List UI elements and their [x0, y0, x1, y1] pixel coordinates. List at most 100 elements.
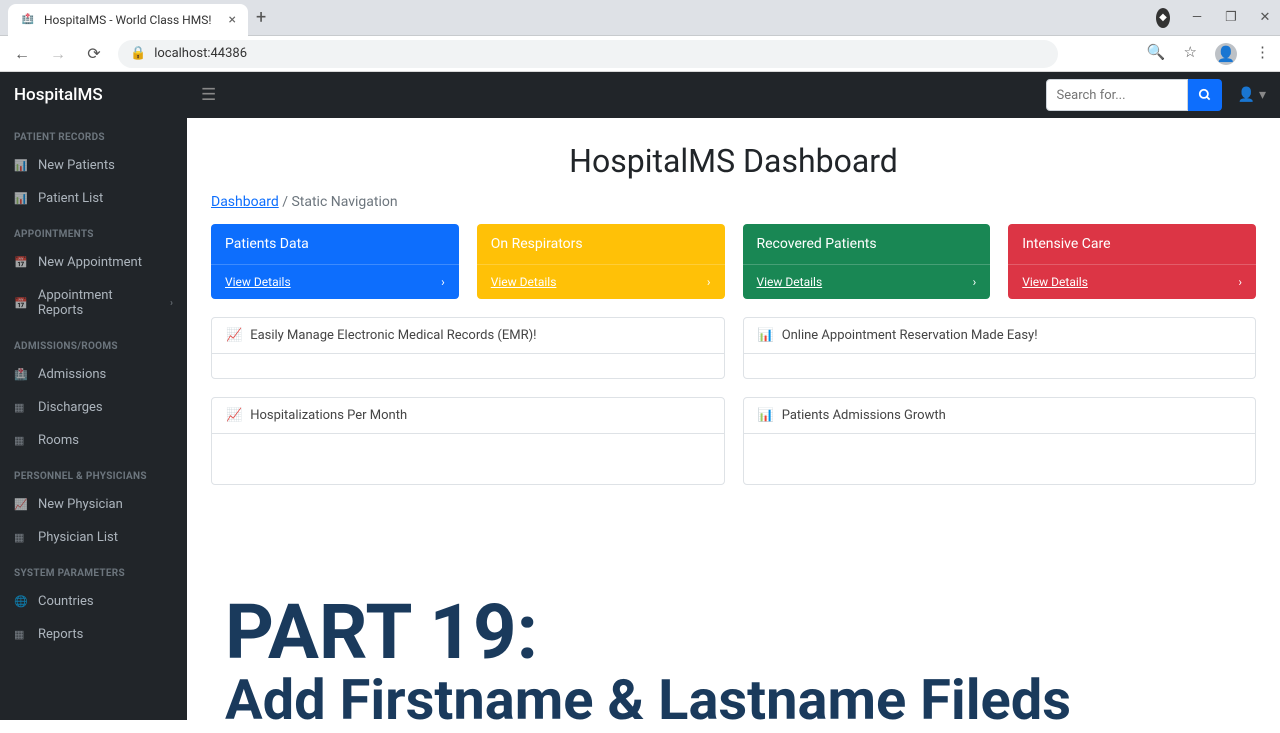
stat-card-blue: Patients Data View Details ›: [211, 224, 459, 299]
stat-card-title: Patients Data: [211, 224, 459, 264]
sidebar-item-label: Discharges: [38, 400, 103, 415]
forward-button[interactable]: →: [46, 42, 70, 66]
sidebar-heading: APPOINTMENTS: [0, 215, 187, 246]
sidebar-item-patient-list[interactable]: 📊 Patient List: [0, 182, 187, 215]
browser-tab-strip: 🏥 HospitalMS - World Class HMS! × + ◆ — …: [0, 0, 1280, 36]
sidebar-item-label: Patient List: [38, 191, 103, 206]
chevron-right-icon: ›: [1238, 275, 1242, 289]
sidebar-item-new-patients[interactable]: 📊 New Patients: [0, 149, 187, 182]
app-brand[interactable]: HospitalMS: [0, 72, 187, 118]
panel-appointment-title: Online Appointment Reservation Made Easy…: [782, 328, 1038, 343]
profile-icon[interactable]: 👤: [1215, 43, 1237, 65]
sidebar-item-rooms[interactable]: ▦ Rooms: [0, 424, 187, 457]
search-button[interactable]: [1188, 79, 1222, 111]
sidebar-item-label: Reports: [38, 627, 83, 642]
zoom-icon[interactable]: 🔍: [1147, 43, 1166, 65]
sidebar: PATIENT RECORDS 📊 New Patients 📊 Patient Lis…: [0, 72, 187, 720]
sidebar-item-icon: 📊: [14, 192, 28, 205]
minimize-button[interactable]: —: [1190, 11, 1204, 25]
close-window-button[interactable]: ✕: [1258, 11, 1272, 25]
maximize-button[interactable]: ❐: [1224, 11, 1238, 25]
address-field[interactable]: 🔒 localhost:44386: [118, 40, 1058, 68]
tab-title: HospitalMS - World Class HMS!: [44, 13, 211, 27]
bookmark-icon[interactable]: ☆: [1184, 43, 1197, 65]
user-icon: 👤: [1238, 87, 1255, 103]
view-details-link[interactable]: View Details: [225, 275, 291, 289]
chart-area-icon: 📈: [226, 408, 242, 423]
sidebar-item-icon: 📅: [14, 256, 28, 269]
sidebar-item-label: Countries: [38, 594, 94, 609]
sidebar-item-appointment-reports[interactable]: 📅 Appointment Reports ›: [0, 279, 187, 327]
panel-hospitalizations-title: Hospitalizations Per Month: [250, 408, 407, 423]
stat-card-title: Intensive Care: [1008, 224, 1256, 264]
stat-card-green: Recovered Patients View Details ›: [743, 224, 991, 299]
sidebar-heading: PATIENT RECORDS: [0, 118, 187, 149]
sidebar-toggle-icon[interactable]: ☰: [201, 85, 216, 105]
sidebar-item-icon: ▦: [14, 628, 28, 641]
browser-address-bar: ← → ⟳ 🔒 localhost:44386 🔍 ☆ 👤 ⋮: [0, 36, 1280, 72]
chevron-right-icon: ›: [441, 275, 445, 289]
stat-card-yellow: On Respirators View Details ›: [477, 224, 725, 299]
close-icon[interactable]: ×: [229, 12, 236, 28]
search-box: [1046, 79, 1222, 111]
new-tab-button[interactable]: +: [256, 7, 266, 28]
window-controls: ◆ — ❐ ✕: [1156, 11, 1272, 25]
panel-emr-title: Easily Manage Electronic Medical Records…: [250, 328, 536, 343]
sidebar-item-discharges[interactable]: ▦Discharges: [0, 391, 187, 424]
sidebar-item-label: Rooms: [38, 433, 79, 448]
sidebar-item-label: New Appointment: [38, 255, 142, 270]
panel-admissions-growth: 📊 Patients Admissions Growth: [743, 397, 1257, 485]
sidebar-item-label: New Physician: [38, 497, 123, 512]
lock-icon: 🔒: [130, 46, 146, 61]
main-content: HospitalMS Dashboard Dashboard / Static …: [187, 72, 1280, 720]
reload-button[interactable]: ⟳: [82, 42, 106, 66]
chevron-right-icon: ›: [973, 275, 977, 289]
tab-favicon: 🏥: [20, 12, 36, 28]
sidebar-item-icon: 📅: [14, 297, 28, 310]
panel-emr: 📈 Easily Manage Electronic Medical Record…: [211, 317, 725, 379]
sidebar-item-new-physician[interactable]: 📈 New Physician: [0, 488, 187, 521]
panel-hospitalizations: 📈 Hospitalizations Per Month: [211, 397, 725, 485]
menu-icon[interactable]: ⋮: [1255, 43, 1270, 65]
chart-area-icon: 📈: [226, 328, 242, 343]
extension-icon[interactable]: ◆: [1156, 11, 1170, 25]
chevron-down-icon: ▾: [1259, 87, 1266, 103]
sidebar-item-icon: ▦: [14, 434, 28, 447]
sidebar-item-icon: 📊: [14, 159, 28, 172]
chart-bar-icon: 📊: [758, 408, 774, 423]
sidebar-heading: ADMISSIONS/ROOMS: [0, 327, 187, 358]
panel-admissions-title: Patients Admissions Growth: [782, 408, 946, 423]
stat-card-title: Recovered Patients: [743, 224, 991, 264]
sidebar-item-icon: 🏥: [14, 368, 28, 381]
search-input[interactable]: [1046, 79, 1188, 111]
sidebar-item-icon: 📈: [14, 498, 28, 511]
sidebar-heading: SYSTEM PARAMETERS: [0, 554, 187, 585]
breadcrumb: Dashboard / Static Navigation: [211, 194, 1256, 210]
sidebar-item-label: Admissions: [38, 367, 106, 382]
stat-card-red: Intensive Care View Details ›: [1008, 224, 1256, 299]
chevron-right-icon: ›: [707, 275, 711, 289]
view-details-link[interactable]: View Details: [491, 275, 557, 289]
search-icon: [1198, 88, 1212, 102]
sidebar-heading: PERSONNEL & PHYSICIANS: [0, 457, 187, 488]
user-menu[interactable]: 👤 ▾: [1238, 87, 1266, 103]
sidebar-item-countries[interactable]: 🌐 Countries: [0, 585, 187, 618]
stat-card-title: On Respirators: [477, 224, 725, 264]
back-button[interactable]: ←: [10, 42, 34, 66]
sidebar-item-icon: 🌐: [14, 595, 28, 608]
breadcrumb-root[interactable]: Dashboard: [211, 194, 279, 210]
breadcrumb-current: Static Navigation: [291, 194, 397, 210]
sidebar-item-label: Appointment Reports: [38, 288, 160, 318]
browser-tab[interactable]: 🏥 HospitalMS - World Class HMS! ×: [8, 4, 248, 36]
sidebar-item-icon: ▦: [14, 531, 28, 544]
view-details-link[interactable]: View Details: [1022, 275, 1088, 289]
view-details-link[interactable]: View Details: [757, 275, 823, 289]
sidebar-item-new-appointment[interactable]: 📅 New Appointment: [0, 246, 187, 279]
chart-bar-icon: 📊: [758, 328, 774, 343]
sidebar-item-physician-list[interactable]: ▦Physician List: [0, 521, 187, 554]
chevron-right-icon: ›: [170, 298, 173, 309]
sidebar-item-label: New Patients: [38, 158, 115, 173]
sidebar-item-reports[interactable]: ▦ Reports: [0, 618, 187, 651]
url-text: localhost:44386: [154, 46, 247, 61]
sidebar-item-admissions[interactable]: 🏥 Admissions: [0, 358, 187, 391]
